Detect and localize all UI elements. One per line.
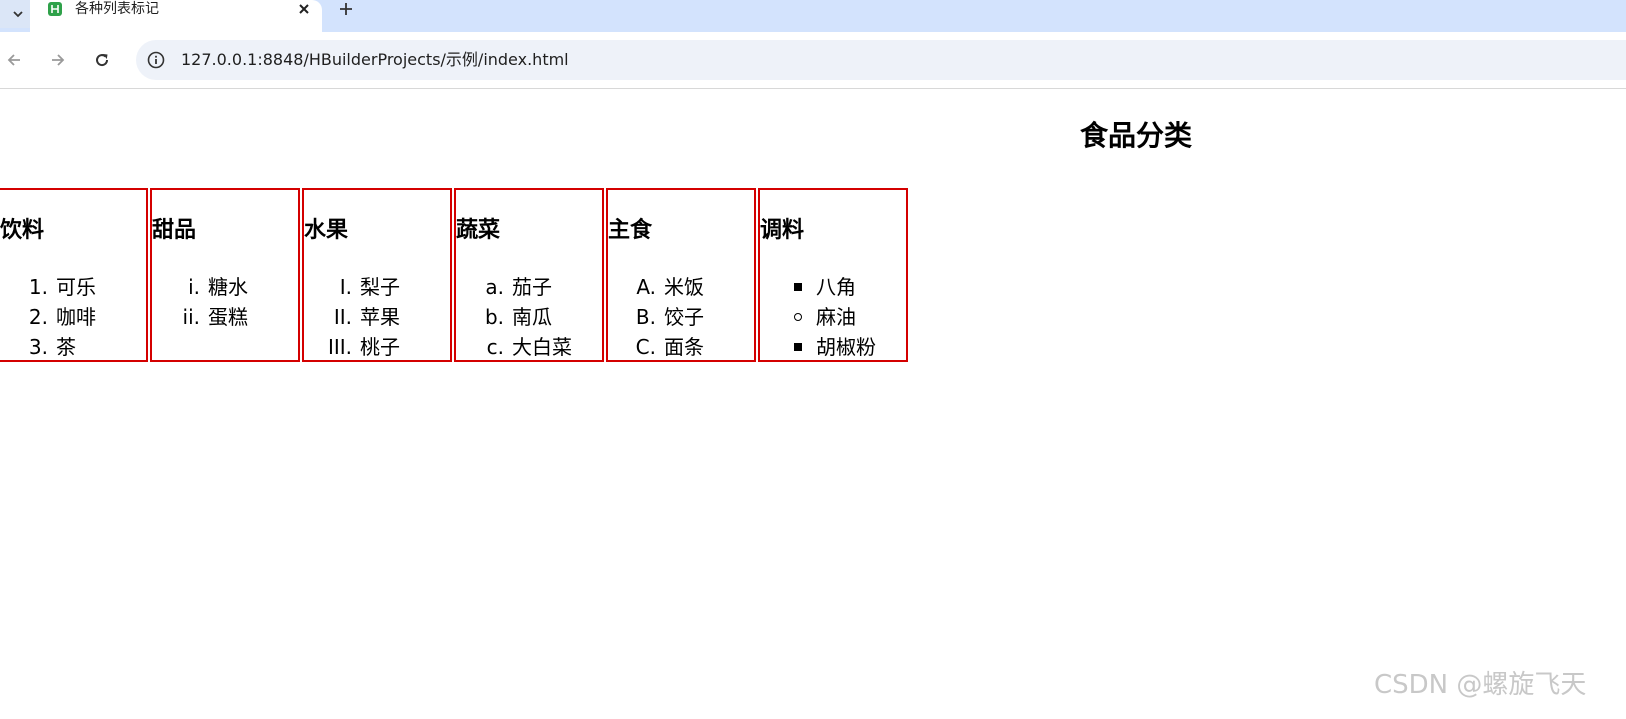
list-item: i. 糖水 [188, 275, 248, 299]
chevron-down-icon [13, 11, 23, 18]
arrow-left-icon [7, 54, 20, 66]
circle-bullet-icon [794, 313, 802, 321]
arrow-right-icon [52, 54, 65, 66]
list-item: b. 南瓜 [484, 305, 552, 329]
category-list: 1. 可乐 2. 咖啡 3. 茶 [0, 272, 96, 362]
list-item: 1. 可乐 [28, 275, 96, 299]
category-cell-fruits: 水果 I. 梨子 II. 苹果 III. 桃子 [302, 188, 452, 362]
close-icon [299, 4, 309, 14]
url-text: 127.0.0.1:8848/HBuilderProjects/示例/index… [181, 50, 569, 69]
category-cell-desserts: 甜品 i. 糖水 ii. 蛋糕 [150, 188, 300, 362]
browser-toolbar: 127.0.0.1:8848/HBuilderProjects/示例/index… [0, 32, 1626, 89]
category-heading: 调料 [760, 218, 805, 243]
category-list: a. 茄子 b. 南瓜 c. 大白菜 [456, 272, 572, 362]
list-item: I. 梨子 [339, 275, 400, 299]
square-bullet-icon [794, 343, 802, 351]
back-button[interactable] [0, 46, 28, 74]
list-item: A. 米饭 [636, 275, 704, 299]
list-item: c. 大白菜 [486, 335, 572, 359]
category-cell-vegetables: 蔬菜 a. 茄子 b. 南瓜 c. 大白菜 [454, 188, 604, 362]
reload-button[interactable] [88, 46, 116, 74]
csdn-watermark: CSDN @螺旋飞天 [1374, 670, 1587, 700]
new-tab-button[interactable] [334, 0, 358, 18]
list-item: ii. 蛋糕 [182, 305, 248, 329]
list-item: II. 苹果 [333, 305, 400, 329]
list-item: 胡椒粉 [760, 332, 876, 362]
list-item: 八角 [760, 272, 876, 302]
category-heading: 饮料 [0, 218, 45, 243]
category-cell-staples: 主食 A. 米饭 B. 饺子 C. 面条 [606, 188, 756, 362]
category-heading: 主食 [608, 218, 653, 243]
tab-title: 各种列表标记 [75, 1, 159, 17]
list-item: B. 饺子 [635, 305, 704, 329]
page-title: 食品分类 [1080, 119, 1193, 152]
list-item: a. 茄子 [485, 275, 552, 299]
category-heading: 蔬菜 [456, 218, 501, 243]
category-cell-seasonings: 调料 八角 麻油 胡椒粉 [758, 188, 908, 362]
site-info-icon[interactable] [146, 50, 166, 70]
category-table: 饮料 1. 可乐 2. 咖啡 3. 茶 甜品 i. 糖水 ii. 蛋糕 水果 I. 梨子 I… [0, 188, 910, 362]
category-list: A. 米饭 B. 饺子 C. 面条 [608, 272, 704, 362]
list-item: 麻油 [760, 302, 876, 332]
category-list: 八角 麻油 胡椒粉 [760, 272, 876, 362]
list-item: 3. 茶 [28, 335, 76, 359]
hbuilder-favicon-icon [48, 2, 62, 16]
square-bullet-icon [794, 283, 802, 291]
tab-strip: 各种列表标记 [0, 0, 1626, 32]
list-item: 2. 咖啡 [28, 305, 96, 329]
list-item: III. 桃子 [327, 335, 400, 359]
forward-button[interactable] [44, 46, 72, 74]
category-list: I. 梨子 II. 苹果 III. 桃子 [304, 272, 400, 362]
plus-icon [340, 3, 352, 15]
category-heading: 甜品 [152, 218, 197, 243]
category-cell-drinks: 饮料 1. 可乐 2. 咖啡 3. 茶 [0, 188, 148, 362]
category-heading: 水果 [304, 218, 349, 243]
address-bar[interactable]: 127.0.0.1:8848/HBuilderProjects/示例/index… [136, 40, 1626, 80]
category-list: i. 糖水 ii. 蛋糕 [152, 272, 248, 332]
close-tab-button[interactable] [294, 0, 314, 18]
reload-icon [96, 54, 109, 67]
list-item: C. 面条 [635, 335, 704, 359]
active-tab[interactable]: 各种列表标记 [30, 0, 322, 32]
